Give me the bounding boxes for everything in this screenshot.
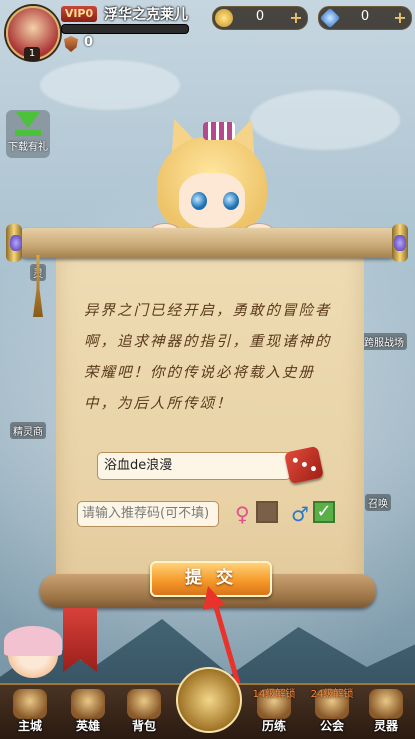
nav-heroes[interactable]: 英雄 [62,687,114,737]
lock-tag: 24级解锁 [310,689,354,700]
nav-label: 历练 [261,719,286,733]
nav-label: 英雄 [75,719,100,733]
nav-center-adventure[interactable] [176,667,242,733]
nav-label: 主城 [17,719,42,733]
nav-training[interactable]: 14级解锁 历练 [248,687,300,737]
nav-label: 公会 [319,719,344,733]
mascot-hair [4,626,62,656]
castle-icon [13,689,47,719]
artifact-icon [369,689,403,719]
nav-artifacts[interactable]: 灵器 [360,687,412,737]
nav-guild[interactable]: 24级解锁 公会 [306,687,358,737]
lock-tag: 14级解锁 [252,689,296,700]
backpack-icon [127,689,161,719]
nav-label: 灵器 [373,719,398,733]
nav-backpack[interactable]: 背包 [118,687,170,737]
helmet-icon [71,689,105,719]
nav-main-city[interactable]: 主城 [4,687,56,737]
nav-label: 背包 [131,719,156,733]
